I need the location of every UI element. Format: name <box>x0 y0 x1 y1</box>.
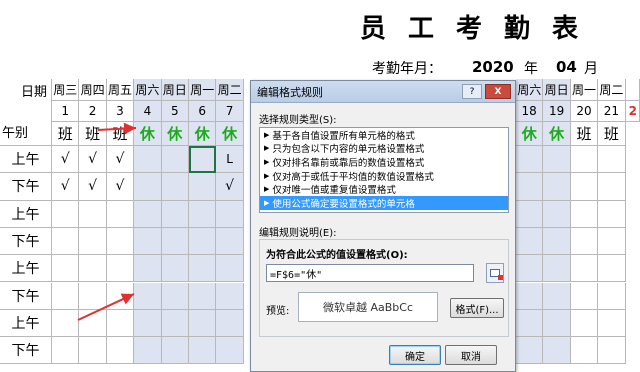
rule-type-item[interactable]: ▶ 使用公式确定要设置格式的单元格 <box>260 195 508 210</box>
close-button[interactable]: X <box>485 84 511 99</box>
bullet-arrow-icon: ▶ <box>264 185 270 194</box>
rule-type-label: 仅对高于或低于平均值的数值设置格式 <box>272 171 434 183</box>
rule-type-label: 只为包含以下内容的单元格设置格式 <box>272 144 425 156</box>
rule-type-label: 仅对排名靠前或靠后的数值设置格式 <box>272 157 425 169</box>
rule-type-label: 使用公式确定要设置格式的单元格 <box>272 198 415 210</box>
formula-label: 为符合此公式的值设置格式(O): <box>266 250 408 261</box>
arrow-to-rest-row <box>97 122 137 135</box>
rule-type-label: 仅对唯一值或重复值设置格式 <box>272 185 396 196</box>
bullet-arrow-icon: ▶ <box>264 130 270 139</box>
arrow-to-weekend-column <box>77 293 135 321</box>
bullet-arrow-icon: ▶ <box>264 157 270 166</box>
preview-label: 预览: <box>266 306 290 317</box>
rule-type-item[interactable]: ▶ 只为包含以下内容的单元格设置格式 <box>260 142 508 156</box>
bullet-arrow-icon: ▶ <box>264 171 270 180</box>
rule-type-item[interactable]: ▶ 仅对唯一值或重复值设置格式 <box>260 182 508 196</box>
edit-format-rule-dialog: 编辑格式规则 ? X 选择规则类型(S): ▶ 基于各自值设置所有单元格的格式 ▶ 只… <box>250 80 516 372</box>
ok-button[interactable]: 确定 <box>389 345 441 365</box>
rule-type-item[interactable]: ▶ 仅对高于或低于平均值的数值设置格式 <box>260 169 508 183</box>
format-button[interactable]: 格式(F)... <box>450 298 504 318</box>
cancel-button[interactable]: 取消 <box>445 345 497 365</box>
preview-sample: 微软卓越 AaBbCc <box>298 292 438 322</box>
bullet-arrow-icon: ▶ <box>264 198 270 207</box>
rule-type-item[interactable]: ▶ 基于各自值设置所有单元格的格式 <box>260 128 508 142</box>
select-rule-type-label: 选择规则类型(S): <box>259 115 337 126</box>
help-button[interactable]: ? <box>462 84 482 99</box>
range-select-icon[interactable] <box>486 263 504 283</box>
edit-description-label: 编辑规则说明(E): <box>259 228 337 239</box>
rule-type-label: 基于各自值设置所有单元格的格式 <box>272 130 415 142</box>
rule-description-group: 为符合此公式的值设置格式(O): =F$6="休" 预览: 微软卓越 AaBbC… <box>259 239 509 337</box>
rule-type-item[interactable]: ▶ 仅对排名靠前或靠后的数值设置格式 <box>260 155 508 169</box>
formula-input[interactable]: =F$6="休" <box>266 264 474 282</box>
bullet-arrow-icon: ▶ <box>264 144 270 153</box>
dialog-title: 编辑格式规则 <box>257 85 323 99</box>
rule-type-list[interactable]: ▶ 基于各自值设置所有单元格的格式 ▶ 只为包含以下内容的单元格设置格式 ▶ 仅对排名靠前… <box>259 127 509 213</box>
